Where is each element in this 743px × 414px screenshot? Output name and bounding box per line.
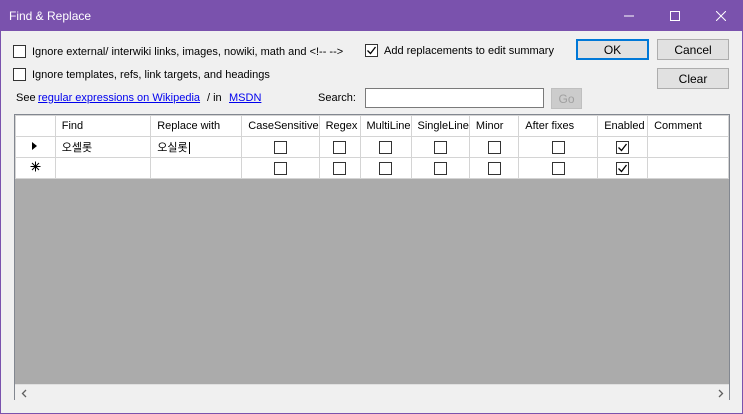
chevron-left-icon: [21, 389, 26, 398]
row-header[interactable]: [15, 157, 56, 179]
singleline-checkbox[interactable]: [433, 161, 447, 175]
minor-cell[interactable]: [468, 157, 520, 179]
find-cell[interactable]: 오셀롯: [54, 136, 152, 158]
enabled-cell[interactable]: [597, 136, 649, 158]
regex-checkbox[interactable]: [333, 140, 347, 154]
comment-cell[interactable]: [647, 136, 729, 158]
maximize-icon: [670, 11, 680, 21]
afterfixes-checkbox[interactable]: [551, 161, 565, 175]
table-row[interactable]: 오셀롯 오실롯: [15, 136, 729, 158]
checkmark-icon: [367, 46, 377, 55]
ok-button[interactable]: OK: [576, 39, 649, 60]
col-header-replace[interactable]: Replace with: [150, 115, 243, 137]
col-header-comment[interactable]: Comment: [647, 115, 729, 137]
replace-cell[interactable]: [150, 157, 243, 179]
search-input[interactable]: [365, 88, 544, 108]
clear-button[interactable]: Clear: [657, 68, 729, 89]
multiline-cell[interactable]: [359, 157, 412, 179]
afterfixes-cell[interactable]: [518, 157, 599, 179]
casesensitive-checkbox[interactable]: [273, 140, 287, 154]
afterfixes-checkbox[interactable]: [551, 140, 565, 154]
afterfixes-cell[interactable]: [518, 136, 599, 158]
corner-header: [15, 115, 56, 137]
col-header-casesensitive[interactable]: CaseSensitive: [241, 115, 320, 137]
singleline-checkbox[interactable]: [433, 140, 447, 154]
enabled-cell[interactable]: [597, 157, 649, 179]
add-replacements-label: Add replacements to edit summary: [384, 45, 554, 57]
col-header-enabled[interactable]: Enabled: [597, 115, 649, 137]
add-replacements-checkbox[interactable]: [365, 44, 378, 57]
maximize-button[interactable]: [652, 1, 698, 31]
minor-checkbox[interactable]: [487, 161, 501, 175]
replace-value: 오실롯: [157, 142, 188, 154]
casesensitive-cell[interactable]: [241, 136, 320, 158]
chevron-right-icon: [718, 389, 723, 398]
minimize-button[interactable]: [606, 1, 652, 31]
regex-cell[interactable]: [318, 136, 361, 158]
text-cursor: [188, 142, 190, 154]
col-header-multiline[interactable]: MultiLine: [359, 115, 412, 137]
scroll-left-button[interactable]: [15, 385, 32, 402]
regex-checkbox[interactable]: [333, 161, 347, 175]
col-header-minor[interactable]: Minor: [468, 115, 520, 137]
grid-header-row: Find Replace with CaseSensitive Regex Mu…: [15, 115, 729, 137]
find-replace-window: Find & Replace Ignore external/ interwik…: [0, 0, 743, 414]
ignore-external-checkbox[interactable]: [13, 45, 26, 58]
new-row-asterisk-icon: [30, 161, 41, 172]
go-button[interactable]: Go: [551, 88, 582, 109]
row-header[interactable]: [15, 136, 56, 158]
singleline-cell[interactable]: [410, 157, 470, 179]
casesensitive-cell[interactable]: [241, 157, 320, 179]
minor-cell[interactable]: [468, 136, 520, 158]
close-icon: [716, 11, 726, 21]
find-cell[interactable]: [54, 157, 152, 179]
enabled-checkbox[interactable]: [616, 140, 630, 154]
checkmark-icon: [618, 164, 628, 172]
casesensitive-checkbox[interactable]: [273, 161, 287, 175]
ignore-external-label: Ignore external/ interwiki links, images…: [32, 46, 344, 58]
singleline-cell[interactable]: [410, 136, 470, 158]
close-button[interactable]: [698, 1, 743, 31]
window-title: Find & Replace: [9, 9, 92, 23]
title-bar: Find & Replace: [1, 1, 742, 31]
msdn-link[interactable]: MSDN: [229, 92, 261, 104]
cancel-button[interactable]: Cancel: [657, 39, 729, 60]
regex-cell[interactable]: [318, 157, 361, 179]
col-header-singleline[interactable]: SingleLine: [410, 115, 470, 137]
replacements-grid[interactable]: Find Replace with CaseSensitive Regex Mu…: [14, 114, 730, 400]
replace-cell[interactable]: 오실롯: [150, 136, 243, 158]
multiline-checkbox[interactable]: [379, 161, 393, 175]
horizontal-scrollbar[interactable]: [15, 384, 729, 401]
multiline-cell[interactable]: [359, 136, 412, 158]
col-header-afterfixes[interactable]: After fixes: [518, 115, 599, 137]
regex-wikipedia-link[interactable]: regular expressions on Wikipedia: [38, 92, 200, 104]
separator-text: / in: [207, 92, 222, 104]
search-label: Search:: [318, 92, 356, 104]
col-header-regex[interactable]: Regex: [318, 115, 361, 137]
ignore-templates-checkbox[interactable]: [13, 68, 26, 81]
col-header-find[interactable]: Find: [54, 115, 152, 137]
see-text: See: [16, 92, 36, 104]
table-row[interactable]: [15, 157, 729, 179]
comment-cell[interactable]: [647, 157, 729, 179]
current-row-arrow-icon: [32, 141, 38, 150]
minimize-icon: [624, 15, 634, 17]
scroll-right-button[interactable]: [712, 385, 729, 402]
minor-checkbox[interactable]: [487, 140, 501, 154]
multiline-checkbox[interactable]: [379, 140, 393, 154]
ignore-templates-label: Ignore templates, refs, link targets, an…: [32, 69, 270, 81]
enabled-checkbox[interactable]: [616, 161, 630, 175]
checkmark-icon: [618, 143, 628, 151]
